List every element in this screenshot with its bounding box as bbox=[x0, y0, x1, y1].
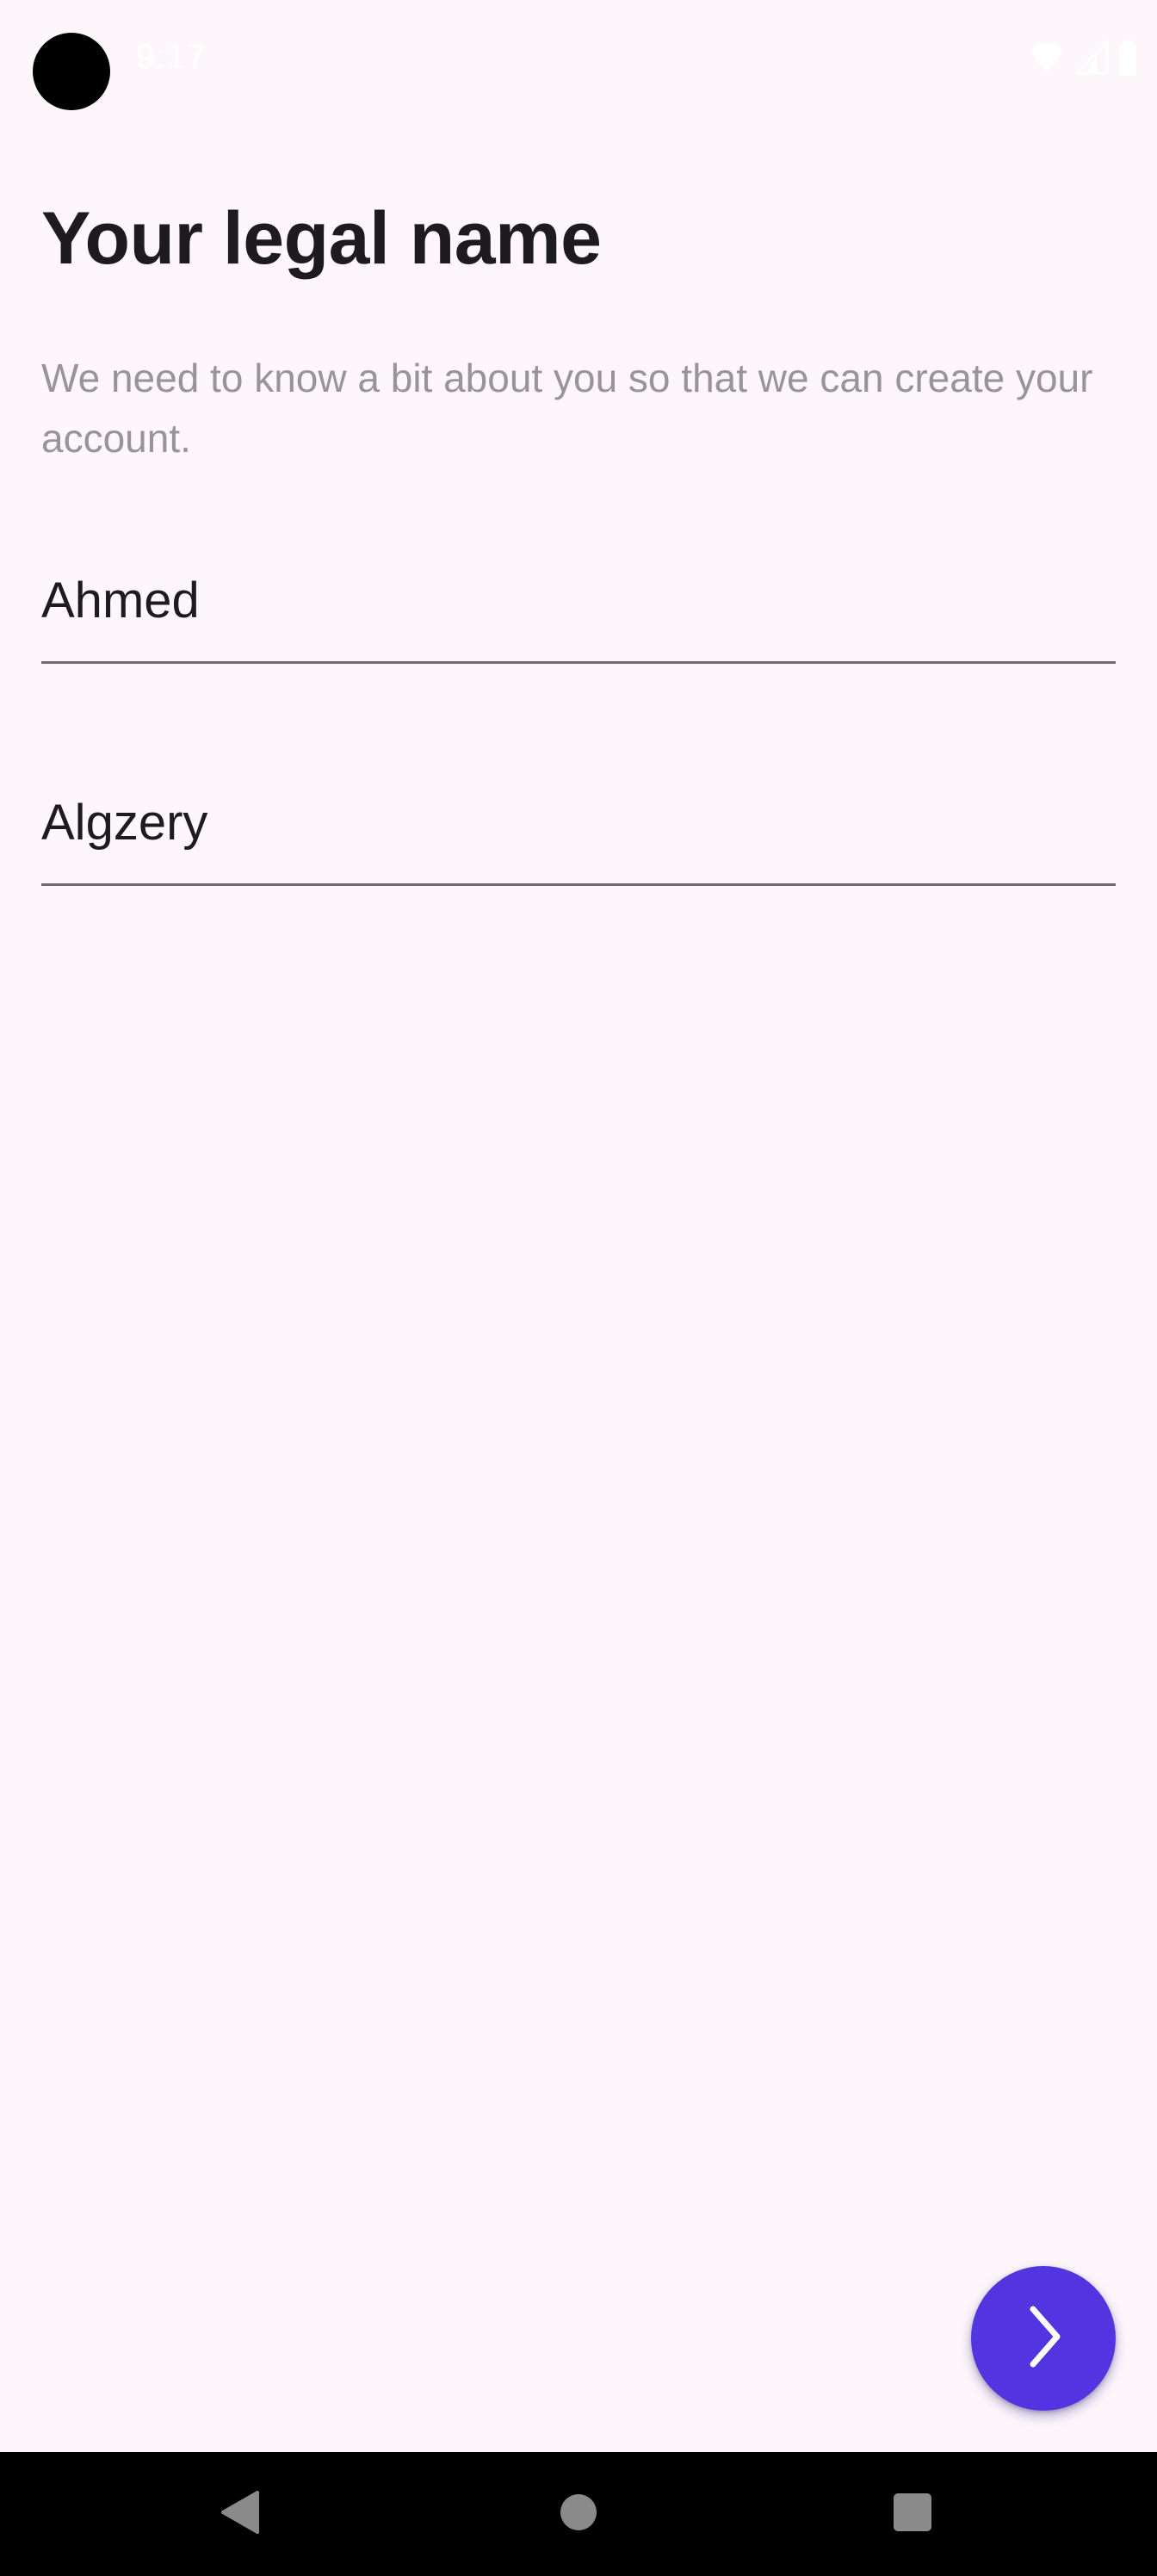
navigation-bar bbox=[0, 2452, 1157, 2576]
back-icon bbox=[220, 2489, 263, 2540]
next-button[interactable] bbox=[971, 2266, 1116, 2411]
status-time: 9:17 bbox=[136, 38, 207, 76]
home-icon bbox=[559, 2492, 598, 2536]
chevron-right-icon bbox=[1018, 2302, 1069, 2375]
first-name-value: Ahmed bbox=[41, 573, 200, 629]
page-subtitle: We need to know a bit about you so that … bbox=[41, 356, 1093, 461]
page-title: Your legal name bbox=[41, 197, 602, 280]
recents-icon bbox=[892, 2492, 933, 2537]
camera-cutout bbox=[33, 33, 110, 110]
signal-icon bbox=[1074, 40, 1109, 75]
wifi-icon bbox=[1028, 40, 1066, 75]
battery-icon bbox=[1117, 40, 1138, 76]
nav-home-button[interactable] bbox=[510, 2452, 647, 2576]
status-bar: 9:17 bbox=[0, 0, 1157, 121]
last-name-value: Algzery bbox=[41, 795, 208, 851]
status-icons bbox=[1028, 38, 1138, 77]
nav-recents-button[interactable] bbox=[844, 2452, 981, 2576]
nav-back-button[interactable] bbox=[172, 2452, 310, 2576]
last-name-field[interactable]: Algzery bbox=[41, 787, 1116, 886]
first-name-field[interactable]: Ahmed bbox=[41, 565, 1116, 664]
